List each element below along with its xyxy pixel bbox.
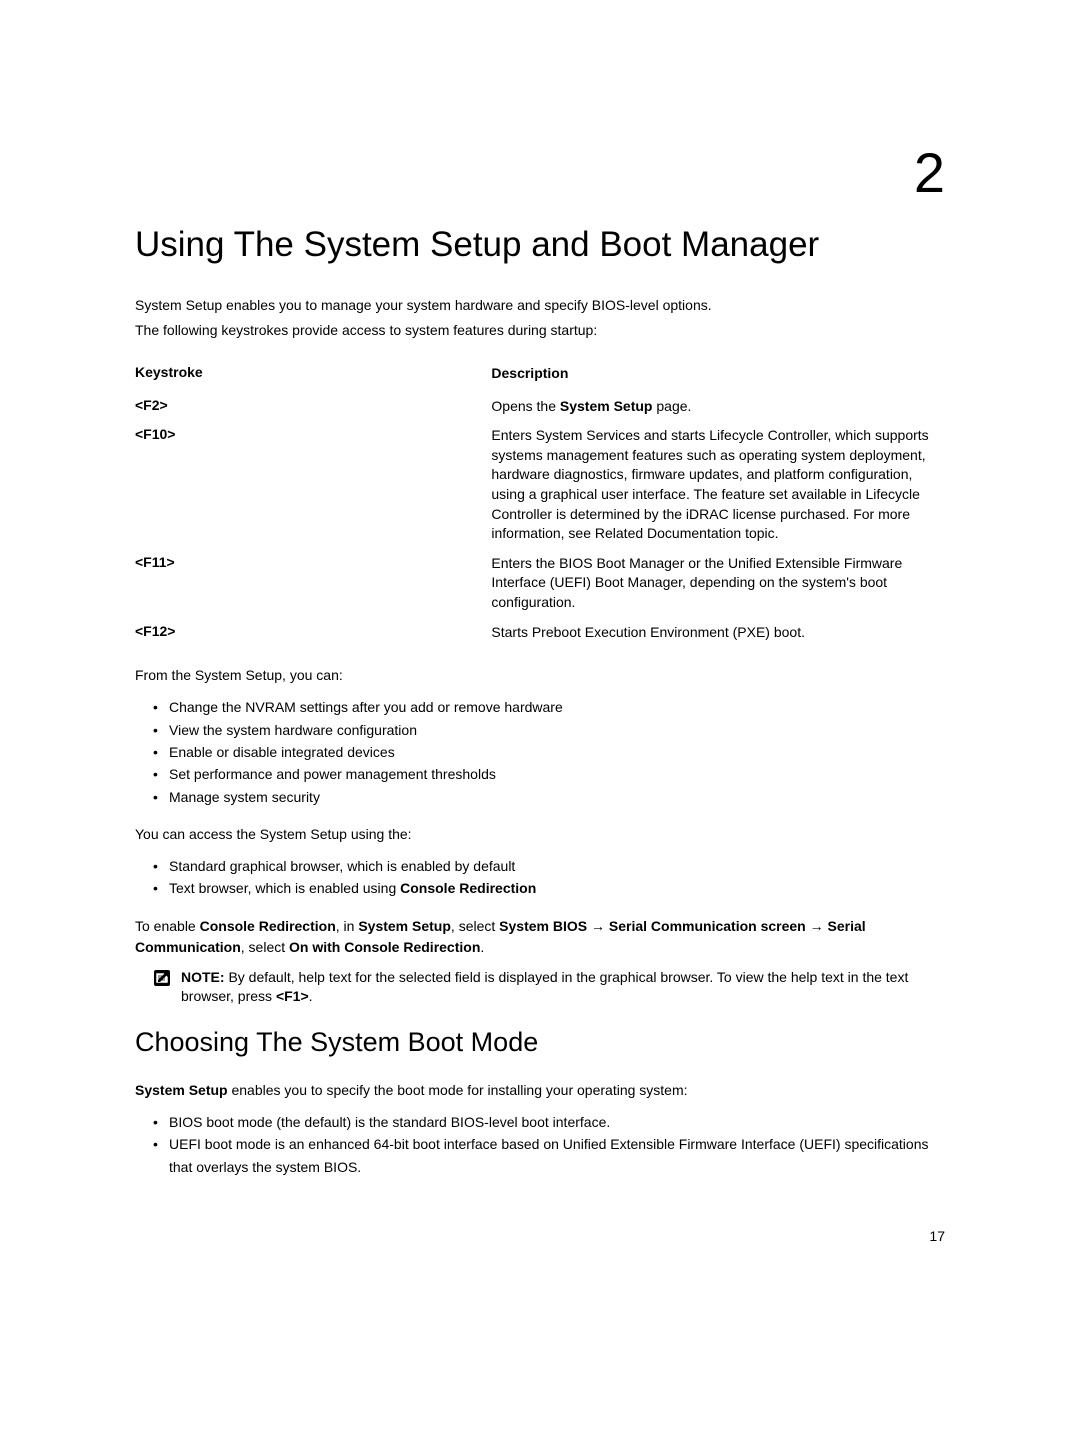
- list-text: Text browser, which is enabled using: [169, 880, 400, 896]
- access-text: You can access the System Setup using th…: [135, 824, 945, 845]
- table-row: <F2> Opens the System Setup page.: [135, 392, 945, 422]
- capabilities-list: Change the NVRAM settings after you add …: [135, 696, 945, 808]
- page-number: 17: [135, 1228, 945, 1244]
- bold: Serial Communication screen: [609, 918, 806, 934]
- text: To enable: [135, 918, 200, 934]
- desc-text: page.: [652, 398, 691, 414]
- list-item: Standard graphical browser, which is ena…: [153, 855, 945, 877]
- keystroke-f11: <F11>: [135, 549, 491, 618]
- table-row: <F11> Enters the BIOS Boot Manager or th…: [135, 549, 945, 618]
- keystroke-f12: <F12>: [135, 618, 491, 648]
- intro-paragraph-1: System Setup enables you to manage your …: [135, 295, 945, 316]
- bold: System Setup: [135, 1082, 228, 1098]
- from-setup-text: From the System Setup, you can:: [135, 665, 945, 686]
- arrow: →: [587, 918, 609, 934]
- bold: On with Console Redirection: [289, 939, 480, 955]
- desc-text: Opens the: [491, 398, 560, 414]
- list-item: Text browser, which is enabled using Con…: [153, 877, 945, 899]
- section-intro: System Setup enables you to specify the …: [135, 1080, 945, 1101]
- header-keystroke: Keystroke: [135, 359, 491, 392]
- section-title-boot-mode: Choosing The System Boot Mode: [135, 1027, 945, 1058]
- list-item: UEFI boot mode is an enhanced 64-bit boo…: [153, 1133, 945, 1178]
- list-bold: Console Redirection: [400, 880, 536, 896]
- description-f2: Opens the System Setup page.: [491, 392, 945, 422]
- access-methods-list: Standard graphical browser, which is ena…: [135, 855, 945, 900]
- text: enables you to specify the boot mode for…: [228, 1082, 688, 1098]
- keystroke-f10: <F10>: [135, 421, 491, 549]
- table-header-row: Keystroke Description: [135, 359, 945, 392]
- list-item: Enable or disable integrated devices: [153, 741, 945, 763]
- keystroke-table: Keystroke Description <F2> Opens the Sys…: [135, 359, 945, 647]
- chapter-number: 2: [135, 140, 945, 205]
- list-item: BIOS boot mode (the default) is the stan…: [153, 1111, 945, 1133]
- description-f11: Enters the BIOS Boot Manager or the Unif…: [491, 549, 945, 618]
- note-label: NOTE:: [181, 969, 225, 985]
- enable-console-paragraph: To enable Console Redirection, in System…: [135, 916, 945, 958]
- table-row: <F10> Enters System Services and starts …: [135, 421, 945, 549]
- note-text: NOTE: By default, help text for the sele…: [181, 968, 945, 1007]
- chapter-title: Using The System Setup and Boot Manager: [135, 225, 945, 265]
- arrow: →: [806, 918, 828, 934]
- table-row: <F12> Starts Preboot Execution Environme…: [135, 618, 945, 648]
- description-f10: Enters System Services and starts Lifecy…: [491, 421, 945, 549]
- bold: Console Redirection: [200, 918, 336, 934]
- note-icon: [153, 969, 171, 987]
- text: , select: [241, 939, 289, 955]
- description-f12: Starts Preboot Execution Environment (PX…: [491, 618, 945, 648]
- boot-modes-list: BIOS boot mode (the default) is the stan…: [135, 1111, 945, 1178]
- list-item: Set performance and power management thr…: [153, 763, 945, 785]
- list-item: View the system hardware configuration: [153, 719, 945, 741]
- list-item: Manage system security: [153, 786, 945, 808]
- bold: System Setup: [358, 918, 451, 934]
- desc-bold: System Setup: [560, 398, 653, 414]
- keystroke-f2: <F2>: [135, 392, 491, 422]
- text: , select: [451, 918, 499, 934]
- note-block: NOTE: By default, help text for the sele…: [135, 968, 945, 1007]
- note-bold: <F1>: [276, 988, 309, 1004]
- intro-paragraph-2: The following keystrokes provide access …: [135, 320, 945, 341]
- bold: System BIOS: [499, 918, 587, 934]
- header-description: Description: [491, 359, 945, 392]
- text: .: [480, 939, 484, 955]
- list-item: Change the NVRAM settings after you add …: [153, 696, 945, 718]
- text: , in: [336, 918, 359, 934]
- note-body: .: [309, 988, 313, 1004]
